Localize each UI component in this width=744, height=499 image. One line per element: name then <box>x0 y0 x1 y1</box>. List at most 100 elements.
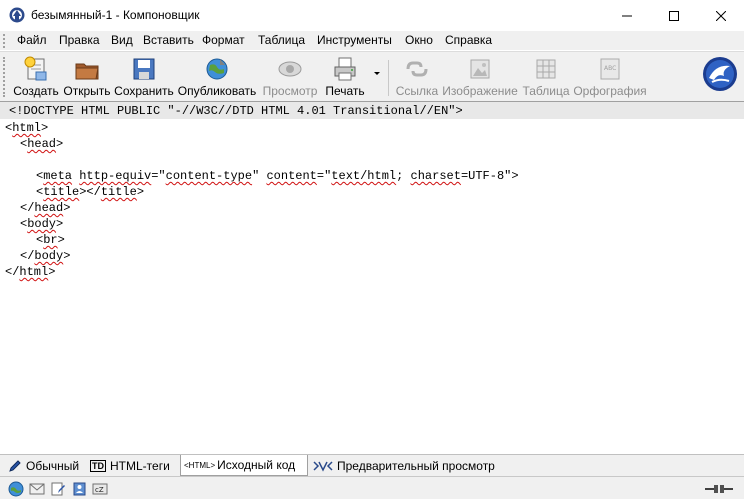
code-line: <html> <box>5 121 49 135</box>
source-editor[interactable]: <!DOCTYPE HTML PUBLIC "-//W3C//DTD HTML … <box>0 101 744 454</box>
menu-tools[interactable]: Инструменты <box>317 33 392 47</box>
print-label: Печать <box>325 84 365 98</box>
open-button[interactable]: Открыть <box>62 52 112 102</box>
new-button[interactable]: Создать <box>13 52 59 102</box>
minimize-button[interactable] <box>604 0 650 31</box>
menu-format[interactable]: Формат <box>202 33 245 47</box>
spellcheck-icon: ABC <box>600 58 620 80</box>
tab-source[interactable]: <HTML> Исходный код <box>180 455 308 476</box>
image-button[interactable]: Изображение <box>441 52 519 102</box>
save-button[interactable]: Сохранить <box>113 52 175 102</box>
print-dropdown-arrow[interactable] <box>373 71 381 79</box>
menu-insert[interactable]: Вставить <box>143 33 194 47</box>
toolbar-separator <box>388 60 389 96</box>
link-label: Ссылка <box>395 84 439 98</box>
image-icon <box>470 59 490 79</box>
minimize-icon <box>622 15 632 16</box>
svg-text:cZ: cZ <box>95 486 104 494</box>
edit-mode-tabs: Обычный TD HTML-теги <HTML> Исходный код… <box>0 454 744 476</box>
preview-button[interactable]: Просмотр <box>258 52 322 102</box>
tab-normal[interactable]: Обычный <box>8 455 79 476</box>
tab-normal-label: Обычный <box>26 458 80 473</box>
code-line-title: <title></title> <box>36 185 145 199</box>
chevron-down-icon <box>374 72 380 75</box>
title-tag-name: title <box>43 185 80 199</box>
title-tag-name: title <box>100 185 137 199</box>
code-line: <br> <box>36 233 65 247</box>
open-folder-icon <box>75 63 99 80</box>
close-button[interactable] <box>698 0 744 31</box>
attr-name: content <box>266 169 317 183</box>
html-tag-name: html <box>19 265 49 279</box>
new-label: Создать <box>13 84 59 98</box>
link-icon <box>406 61 428 77</box>
spellcheck-button[interactable]: ABC Орфография <box>572 52 648 102</box>
print-button[interactable]: Печать <box>322 52 368 102</box>
code-line: </html> <box>5 265 56 279</box>
attr-value: content-type <box>165 169 253 183</box>
composer-icon[interactable] <box>50 481 66 497</box>
preview-icon <box>313 460 333 472</box>
menubar-grip[interactable] <box>3 34 7 48</box>
menu-bar: Файл Правка Вид Вставить Формат Таблица … <box>0 31 744 50</box>
tab-html-tags[interactable]: TD HTML-теги <box>90 455 170 476</box>
tab-preview[interactable]: Предварительный просмотр <box>313 455 495 476</box>
html-source-icon: <HTML> <box>184 460 216 470</box>
menu-help[interactable]: Справка <box>445 33 492 47</box>
save-label: Сохранить <box>114 84 174 98</box>
menu-file[interactable]: Файл <box>17 33 47 47</box>
online-status-icon[interactable] <box>704 481 734 497</box>
code-line: <head> <box>20 137 64 151</box>
menu-view[interactable]: Вид <box>111 33 133 47</box>
close-icon <box>716 10 726 21</box>
tab-preview-label: Предварительный просмотр <box>337 458 495 473</box>
window-title: безымянный-1 - Компоновщик <box>31 8 200 22</box>
body-tag-name: body <box>27 217 57 231</box>
body-tag-name: body <box>34 249 64 263</box>
open-label: Открыть <box>63 84 111 98</box>
meta-tag-name: meta <box>43 169 73 183</box>
preview-label: Просмотр <box>262 84 318 98</box>
tab-html-tags-label: HTML-теги <box>110 458 170 473</box>
seamonkey-logo-icon[interactable] <box>702 56 738 92</box>
menu-window[interactable]: Окно <box>405 33 433 47</box>
preview-eye-icon <box>278 61 302 77</box>
table-button[interactable]: Таблица <box>520 52 572 102</box>
title-bar: безымянный-1 - Компоновщик <box>0 0 744 31</box>
irc-chat-icon[interactable]: cZ <box>92 481 108 497</box>
tab-source-label: Исходный код <box>217 458 296 472</box>
address-book-icon[interactable] <box>71 481 87 497</box>
head-tag-name: head <box>27 137 57 151</box>
svg-text:ABC: ABC <box>604 65 616 72</box>
maximize-button[interactable] <box>651 0 697 31</box>
td-tag-icon: TD <box>90 459 106 472</box>
print-icon <box>334 57 356 81</box>
browser-globe-icon[interactable] <box>8 481 24 497</box>
attr-value: charset <box>410 169 461 183</box>
mail-icon[interactable] <box>29 481 45 497</box>
toolbar-grip[interactable] <box>3 57 7 97</box>
code-line-meta: <meta http-equiv="content-type" content=… <box>36 169 519 183</box>
save-disk-icon <box>133 58 155 80</box>
table-icon <box>536 59 556 79</box>
image-label: Изображение <box>442 84 518 98</box>
new-document-icon <box>24 56 47 81</box>
spellcheck-label: Орфография <box>573 84 647 98</box>
table-label: Таблица <box>522 84 570 98</box>
code-line-doctype: <!DOCTYPE HTML PUBLIC "-//W3C//DTD HTML … <box>9 104 463 118</box>
menu-edit[interactable]: Правка <box>59 33 100 47</box>
publish-label: Опубликовать <box>177 84 257 98</box>
head-tag-name: head <box>34 201 64 215</box>
status-bar: cZ <box>0 476 744 499</box>
attr-value: text/html <box>331 169 397 183</box>
link-button[interactable]: Ссылка <box>393 52 441 102</box>
menu-table[interactable]: Таблица <box>258 33 305 47</box>
composition-toolbar: Создать Открыть Сохранить Опубликовать П… <box>0 51 744 101</box>
publish-button[interactable]: Опубликовать <box>176 52 258 102</box>
pen-icon <box>9 459 21 472</box>
code-line: <body> <box>20 217 64 231</box>
html-tag-name: html <box>12 121 42 135</box>
publish-globe-icon <box>206 58 228 80</box>
attr-name: http-equiv <box>79 169 152 183</box>
code-line: </head> <box>20 201 71 215</box>
